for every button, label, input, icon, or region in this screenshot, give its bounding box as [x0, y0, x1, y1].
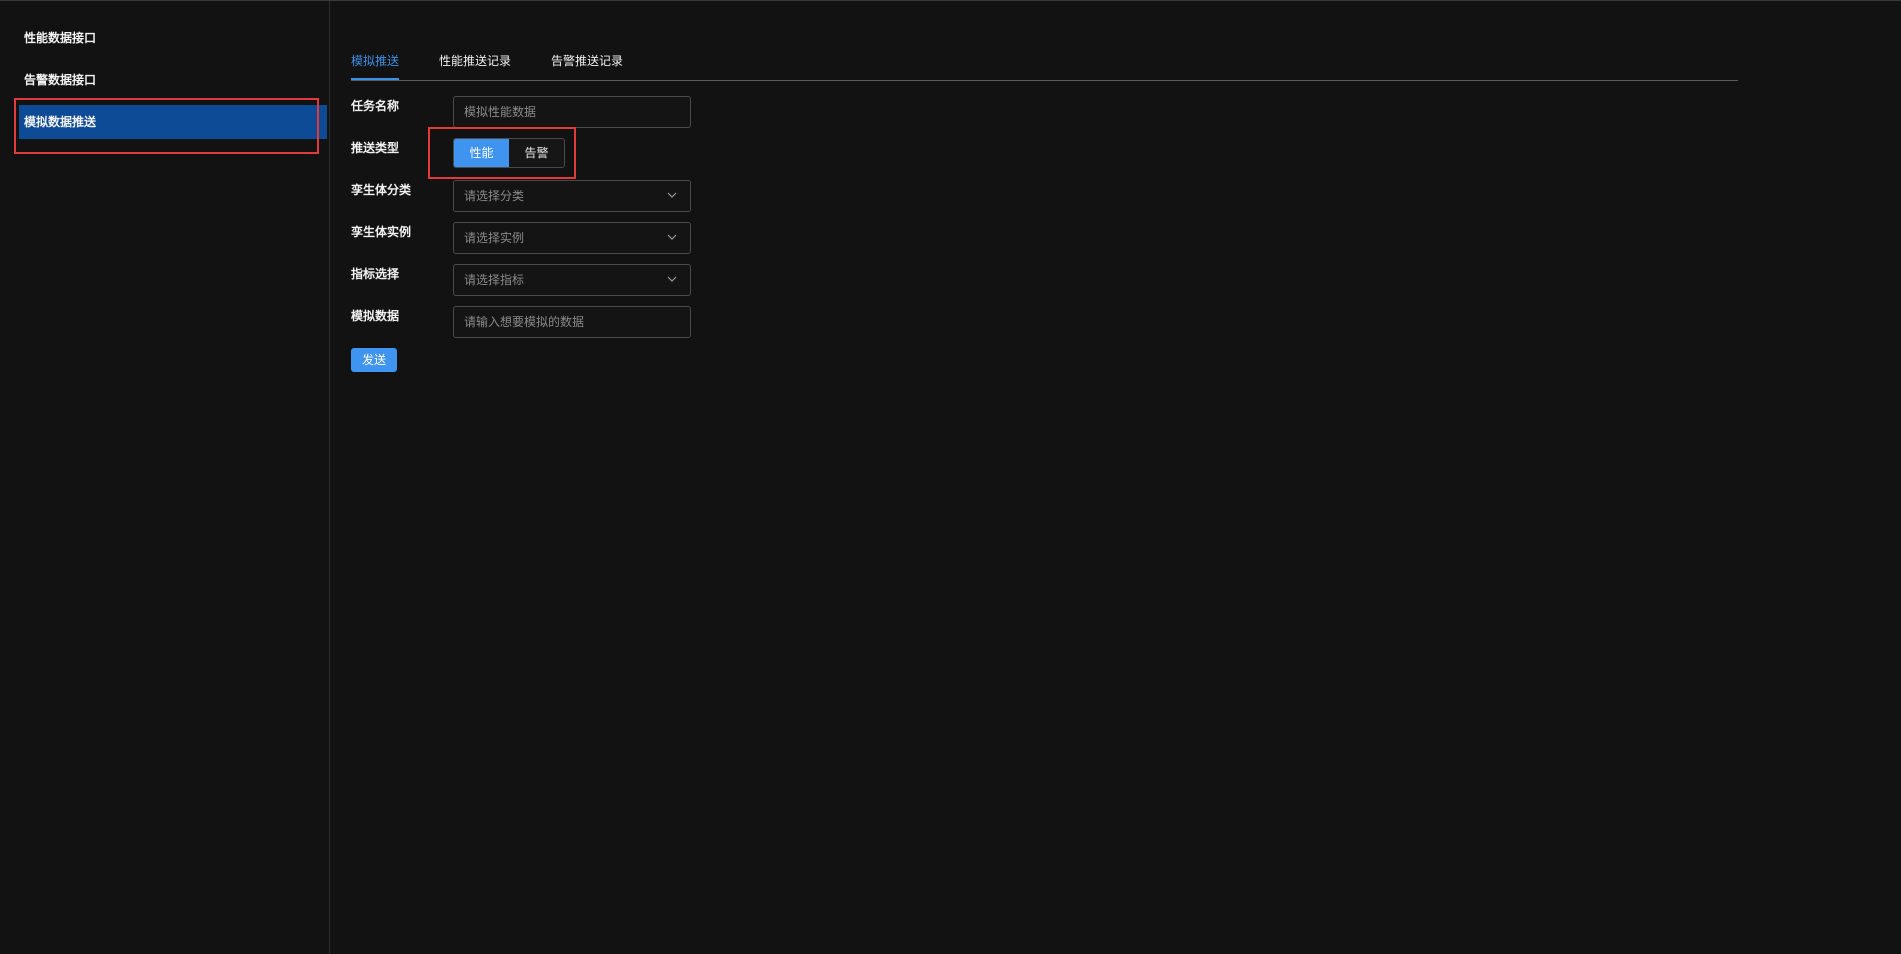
sidebar: 性能数据接口 告警数据接口 模拟数据推送 [0, 1, 330, 954]
tab-performance-records[interactable]: 性能推送记录 [439, 49, 511, 80]
send-button[interactable]: 发送 [351, 348, 397, 372]
mock-data-label: 模拟数据 [351, 309, 400, 323]
tab-mock-push[interactable]: 模拟推送 [351, 49, 400, 80]
tab-label: 模拟推送 [351, 54, 400, 68]
sidebar-item-mock-push[interactable]: 模拟数据推送 [19, 105, 327, 139]
push-type-radio-group: 性能 告警 [453, 138, 565, 168]
task-name-label: 任务名称 [351, 99, 400, 113]
chevron-down-icon [667, 192, 677, 198]
chevron-down-icon [667, 234, 677, 240]
task-name-input[interactable] [453, 96, 691, 128]
twin-category-placeholder: 请选择分类 [464, 189, 525, 203]
sidebar-item-performance-api[interactable]: 性能数据接口 [19, 21, 327, 55]
sidebar-item-label: 告警数据接口 [24, 73, 97, 87]
metric-placeholder: 请选择指标 [464, 273, 525, 287]
tab-bar: 模拟推送 性能推送记录 告警推送记录 [351, 49, 1738, 81]
app-window: 性能数据接口 告警数据接口 模拟数据推送 模拟推送 性能推送记录 告警推送记录 … [0, 0, 1901, 954]
twin-instance-label: 孪生体实例 [351, 225, 412, 239]
push-type-alarm-option[interactable]: 告警 [509, 139, 564, 167]
metric-select[interactable]: 请选择指标 [453, 264, 691, 296]
tab-label: 告警推送记录 [551, 54, 624, 68]
push-type-label: 推送类型 [351, 141, 400, 155]
sidebar-item-alarm-api[interactable]: 告警数据接口 [19, 63, 327, 97]
chevron-down-icon [667, 276, 677, 282]
tab-label: 性能推送记录 [439, 54, 512, 68]
twin-category-select[interactable]: 请选择分类 [453, 180, 691, 212]
twin-instance-select[interactable]: 请选择实例 [453, 222, 691, 254]
twin-instance-placeholder: 请选择实例 [464, 231, 525, 245]
metric-label: 指标选择 [351, 267, 400, 281]
push-type-performance-option[interactable]: 性能 [454, 139, 509, 167]
tab-alarm-records[interactable]: 告警推送记录 [551, 49, 623, 80]
sidebar-item-label: 模拟数据推送 [24, 115, 97, 129]
twin-category-label: 孪生体分类 [351, 183, 412, 197]
mock-data-input[interactable] [453, 306, 691, 338]
sidebar-item-label: 性能数据接口 [24, 31, 97, 45]
